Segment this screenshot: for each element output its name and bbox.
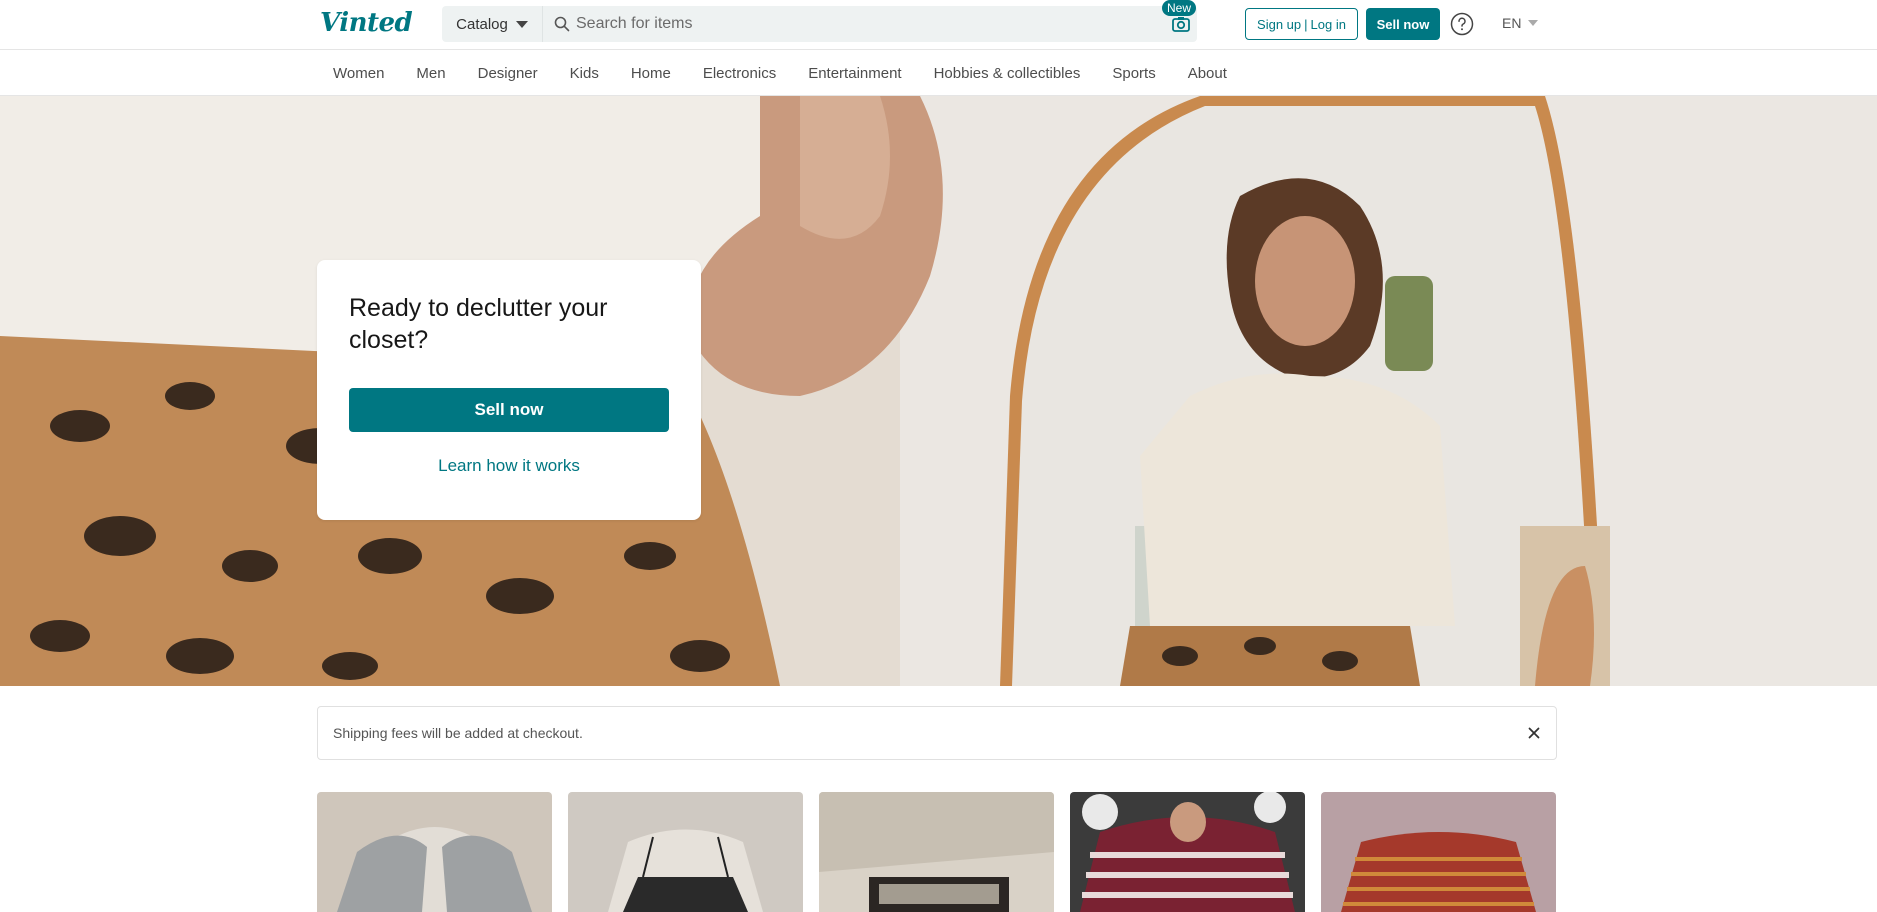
sell-now-button[interactable]: Sell now xyxy=(1366,8,1440,40)
red-striped-top-image xyxy=(1321,792,1556,912)
notice-text: Shipping fees will be added at checkout. xyxy=(333,725,583,741)
catalog-dropdown[interactable]: Catalog xyxy=(442,6,543,42)
nav-item-home[interactable]: Home xyxy=(631,65,671,82)
nav-item-entertainment[interactable]: Entertainment xyxy=(808,65,901,82)
hero-title: Ready to declutter your closet? xyxy=(349,294,608,354)
shipping-notice: Shipping fees will be added at checkout. xyxy=(317,706,1557,760)
grey-hoodie-image xyxy=(317,792,552,912)
item-card[interactable] xyxy=(1321,792,1556,912)
hero-sell-now-button[interactable]: Sell now xyxy=(349,388,669,432)
item-card[interactable] xyxy=(1070,792,1305,912)
top-header: Vinted Catalog New Sign up | Log in Sell… xyxy=(0,0,1877,50)
language-selector[interactable]: EN xyxy=(1502,15,1539,31)
learn-how-it-works-link[interactable]: Learn how it works xyxy=(349,456,669,476)
item-card[interactable] xyxy=(819,792,1054,912)
jewelry-box-image xyxy=(819,792,1054,912)
signup-login-button[interactable]: Sign up | Log in xyxy=(1245,8,1358,40)
nav-item-men[interactable]: Men xyxy=(416,65,445,82)
nav-item-women[interactable]: Women xyxy=(333,65,384,82)
hero-image xyxy=(0,96,1877,686)
striped-hoodie-image xyxy=(1070,792,1305,912)
vinted-logo[interactable]: Vinted xyxy=(320,8,413,38)
search-input[interactable] xyxy=(576,6,1136,42)
item-card[interactable] xyxy=(568,792,803,912)
nav-item-kids[interactable]: Kids xyxy=(570,65,599,82)
chevron-down-icon xyxy=(515,20,528,28)
login-link[interactable]: Log in xyxy=(1311,17,1346,32)
catalog-label: Catalog xyxy=(456,15,508,33)
black-cami-image xyxy=(568,792,803,912)
category-nav: Women Men Designer Kids Home Electronics… xyxy=(0,50,1877,96)
language-label: EN xyxy=(1502,15,1522,31)
nav-item-about[interactable]: About xyxy=(1188,65,1227,82)
item-grid xyxy=(317,792,1557,912)
item-card[interactable] xyxy=(317,792,552,912)
nav-item-designer[interactable]: Designer xyxy=(478,65,538,82)
nav-item-hobbies[interactable]: Hobbies & collectibles xyxy=(934,65,1081,82)
camera-search-icon[interactable] xyxy=(1171,14,1191,34)
hero-banner: Ready to declutter your closet? Sell now… xyxy=(0,96,1877,686)
nav-item-electronics[interactable]: Electronics xyxy=(703,65,776,82)
divider: | xyxy=(1304,16,1308,32)
close-icon[interactable] xyxy=(1526,725,1542,741)
signup-link[interactable]: Sign up xyxy=(1257,17,1301,32)
nav-item-sports[interactable]: Sports xyxy=(1112,65,1155,82)
chevron-down-icon xyxy=(1528,20,1539,26)
hero-card: Ready to declutter your closet? Sell now… xyxy=(317,260,701,520)
search-icon xyxy=(554,16,570,32)
help-icon[interactable] xyxy=(1450,12,1474,36)
search-bar: Catalog New xyxy=(442,0,1197,42)
